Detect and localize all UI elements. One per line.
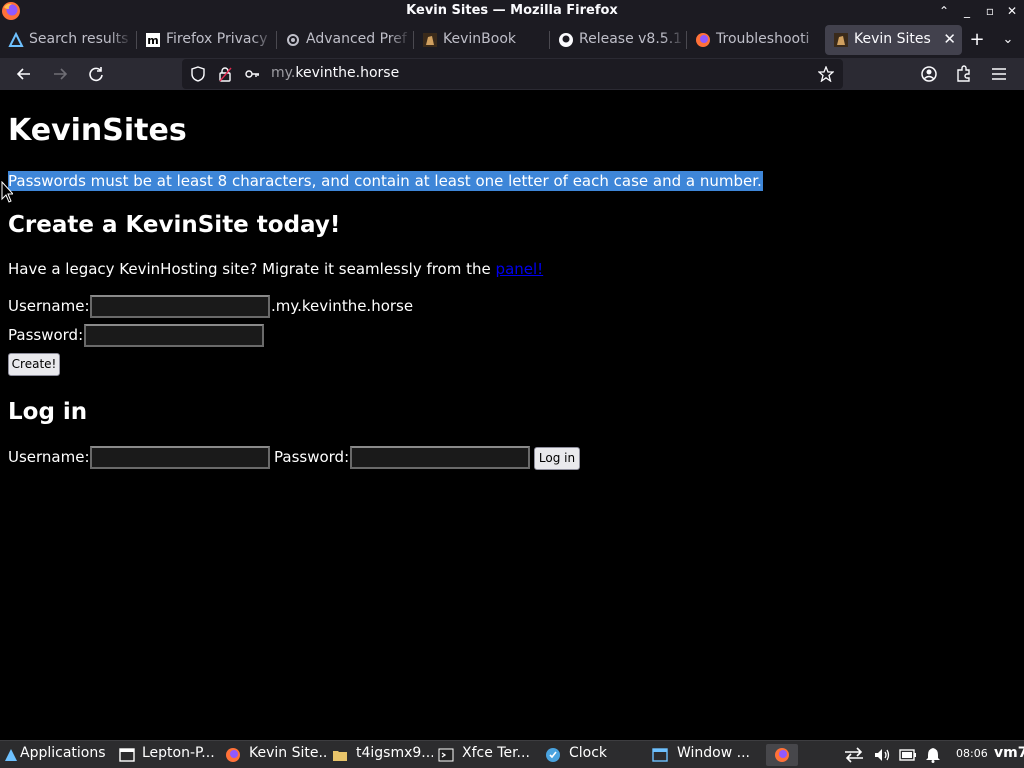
taskbar-item-terminal[interactable]: Xfce Ter... xyxy=(436,744,539,766)
taskbar: Applications Lepton-P... Kevin Site... t… xyxy=(0,740,1024,768)
panel-link[interactable]: panel! xyxy=(496,260,544,278)
reload-button[interactable] xyxy=(85,63,107,85)
back-button[interactable] xyxy=(13,63,35,85)
url-bar[interactable]: my.kevinthe.horse xyxy=(182,59,843,89)
page-title: KevinSites xyxy=(8,113,187,148)
taskbar-label: Window ... xyxy=(677,745,751,761)
clock-icon xyxy=(546,748,560,762)
tab-kevinbook[interactable]: KevinBook xyxy=(414,25,548,55)
tab-search-results[interactable]: Search results xyxy=(0,25,132,55)
tracking-shield-icon[interactable] xyxy=(190,66,206,82)
close-tab-icon[interactable]: ✕ xyxy=(943,30,956,48)
create-username-label: Username: xyxy=(8,297,90,315)
create-username-input[interactable] xyxy=(90,295,270,318)
arrow-right-icon xyxy=(54,68,68,80)
app-menu-button[interactable] xyxy=(988,63,1010,85)
notification-bell-icon[interactable] xyxy=(925,747,941,763)
create-heading: Create a KevinSite today! xyxy=(8,212,341,238)
kevin-favicon xyxy=(834,33,848,47)
create-password-label: Password: xyxy=(8,326,84,344)
list-all-tabs-button[interactable]: ⌄ xyxy=(998,31,1018,51)
password-requirements-notice: Passwords must be at least 8 characters,… xyxy=(8,171,763,191)
taskbar-label: Kevin Site... xyxy=(249,745,326,761)
taskbar-label: Xfce Ter... xyxy=(462,745,530,761)
login-username-input[interactable] xyxy=(90,446,270,469)
folder-icon xyxy=(333,751,347,761)
network-arrows-icon[interactable] xyxy=(843,746,865,764)
search-icon xyxy=(8,32,24,47)
legacy-migration-text: Have a legacy KevinHosting site? Migrate… xyxy=(8,260,544,278)
lock-icon[interactable] xyxy=(217,66,233,82)
firefox-icon xyxy=(226,748,240,762)
taskbar-item-lepton[interactable]: Lepton-P... xyxy=(117,744,220,766)
taskbar-item-window[interactable]: Window ... xyxy=(650,744,753,766)
window-title: Kevin Sites — Mozilla Firefox xyxy=(406,3,618,18)
github-icon xyxy=(559,33,573,47)
create-button[interactable]: Create! xyxy=(8,353,60,376)
tab-release[interactable]: Release v8.5.1 xyxy=(550,25,685,55)
svg-text:m: m xyxy=(147,34,158,47)
window-icon xyxy=(119,748,135,762)
puzzle-piece-icon xyxy=(957,65,970,82)
tab-firefox-privacy[interactable]: m Firefox Privacy xyxy=(137,25,274,55)
account-icon xyxy=(921,66,937,82)
login-username-label: Username: xyxy=(8,448,90,466)
reload-icon xyxy=(89,67,103,82)
url-text[interactable]: my.kevinthe.horse xyxy=(271,65,399,81)
taskbar-hostname: vm7 xyxy=(994,745,1024,761)
extensions-button[interactable] xyxy=(953,63,975,85)
window-icon xyxy=(652,748,668,762)
hamburger-menu-icon xyxy=(992,68,1006,80)
login-heading: Log in xyxy=(8,399,88,425)
window-titlebar: Kevin Sites — Mozilla Firefox ⌃ _ ▫ ✕ xyxy=(0,0,1024,22)
tab-label: Troubleshooti xyxy=(716,31,810,47)
mouse-cursor-icon xyxy=(1,181,13,203)
battery-icon[interactable] xyxy=(899,748,917,762)
firefox-icon xyxy=(696,33,710,47)
taskbar-label: Clock xyxy=(569,745,608,761)
bookmark-star-icon[interactable] xyxy=(818,66,834,82)
xfce-menu-icon xyxy=(5,749,17,761)
gear-icon xyxy=(287,34,299,46)
arrow-left-icon xyxy=(16,68,30,80)
tab-strip: Search results m Firefox Privacy Advance… xyxy=(0,22,1024,58)
window-minimize-button[interactable]: _ xyxy=(958,2,976,20)
forward-button[interactable] xyxy=(49,63,71,85)
window-shade-button[interactable]: ⌃ xyxy=(935,2,953,20)
applications-menu-button[interactable]: Applications xyxy=(1,744,113,766)
domain-suffix: .my.kevinthe.horse xyxy=(271,297,414,315)
taskbar-item-kevin-sites[interactable]: Kevin Site... xyxy=(223,744,326,766)
firefox-icon xyxy=(775,748,789,762)
taskbar-item-folder[interactable]: t4igsmx9.... xyxy=(330,744,433,766)
login-password-label: Password: xyxy=(274,448,350,466)
login-button[interactable]: Log in xyxy=(534,447,580,470)
taskbar-item-clock[interactable]: Clock xyxy=(543,744,646,766)
login-password-input[interactable] xyxy=(350,446,530,469)
tab-label: Kevin Sites xyxy=(854,31,931,47)
volume-icon[interactable] xyxy=(873,747,891,763)
tab-advanced-preferences[interactable]: Advanced Pref xyxy=(277,25,411,55)
new-tab-button[interactable]: + xyxy=(967,31,987,51)
page-content: KevinSites Passwords must be at least 8 … xyxy=(0,90,1024,740)
window-maximize-button[interactable]: ▫ xyxy=(981,2,999,20)
create-password-input[interactable] xyxy=(84,324,264,347)
taskbar-clock[interactable]: 08:06 xyxy=(956,747,988,760)
tab-kevin-sites[interactable]: Kevin Sites ✕ xyxy=(825,25,962,55)
terminal-icon xyxy=(438,748,454,762)
taskbar-label: Lepton-P... xyxy=(142,745,215,761)
window-close-button[interactable]: ✕ xyxy=(1003,2,1021,20)
m-favicon: m xyxy=(146,33,160,47)
tab-troubleshooting[interactable]: Troubleshooti xyxy=(687,25,823,55)
navigation-toolbar: my.kevinthe.horse xyxy=(0,58,1024,90)
taskbar-label: Applications xyxy=(20,745,106,761)
workspace-switcher[interactable] xyxy=(766,744,798,766)
tab-label: KevinBook xyxy=(443,31,516,47)
kevin-favicon xyxy=(423,33,437,47)
account-button[interactable] xyxy=(918,63,940,85)
taskbar-label: t4igsmx9.... xyxy=(356,745,433,761)
key-icon[interactable] xyxy=(244,66,260,82)
